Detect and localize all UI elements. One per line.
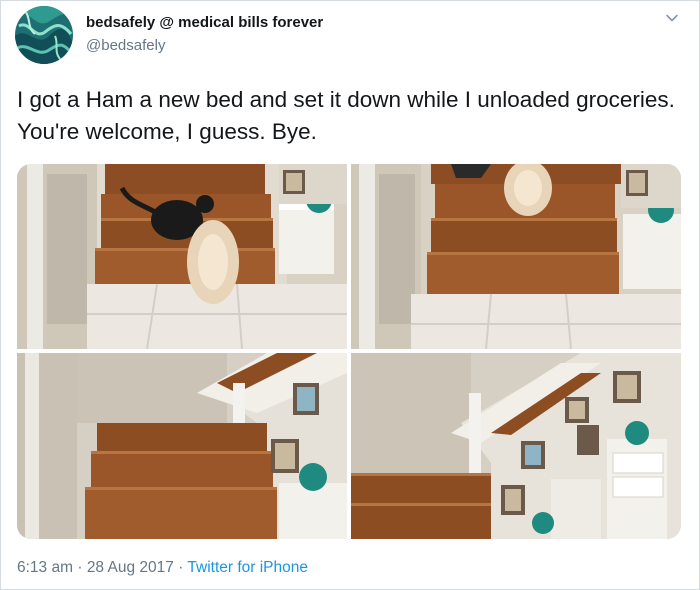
tweet-metadata: 6:13 am · 28 Aug 2017 · Twitter for iPho…: [17, 559, 308, 577]
display-name[interactable]: bedsafely @ medical bills forever: [86, 14, 323, 31]
tweet-text: I got a Ham a new bed and set it down wh…: [17, 87, 675, 144]
photo-grid: [17, 164, 681, 539]
tweet-time[interactable]: 6:13 am: [17, 559, 73, 576]
photo-3[interactable]: [17, 353, 347, 539]
tweet-source-link[interactable]: Twitter for iPhone: [187, 559, 308, 576]
avatar[interactable]: [15, 6, 73, 64]
tweet-date[interactable]: 28 Aug 2017: [87, 559, 174, 576]
photo-4[interactable]: [351, 353, 681, 539]
meta-separator: ·: [178, 559, 184, 576]
meta-separator: ·: [77, 559, 83, 576]
user-handle[interactable]: @bedsafely: [86, 37, 165, 54]
photo-2[interactable]: [351, 164, 681, 349]
chevron-down-icon[interactable]: [665, 11, 679, 25]
photo-1[interactable]: [17, 164, 347, 349]
